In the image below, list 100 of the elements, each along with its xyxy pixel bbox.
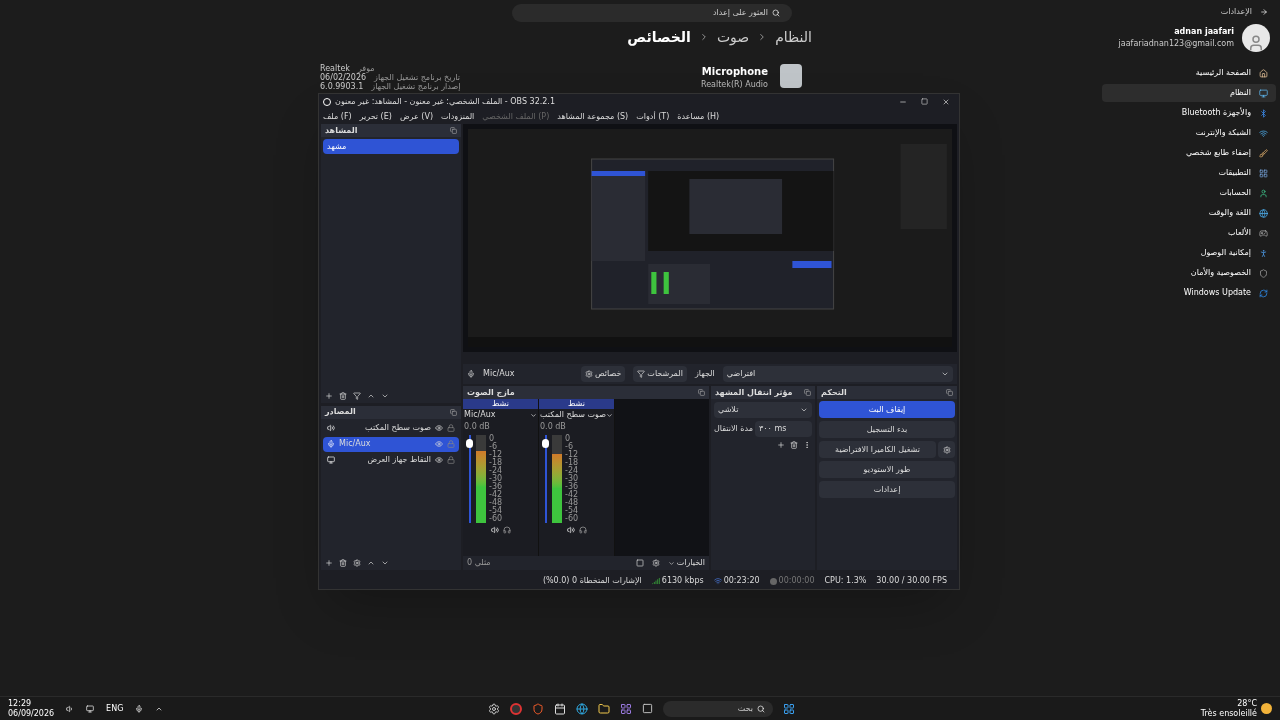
transition-select[interactable]: تلاشي	[714, 402, 812, 418]
duration-field[interactable]: ٣٠٠ ms	[754, 421, 812, 437]
nav-item[interactable]: إمكانية الوصول	[1102, 244, 1276, 262]
scale-label: -24	[489, 467, 503, 475]
visibility-icon[interactable]	[435, 424, 443, 433]
device-label: الجهاز	[694, 368, 715, 380]
delete-icon[interactable]	[790, 441, 798, 449]
control-button[interactable]: تشغيل الكاميرا الافتراضية	[819, 441, 936, 458]
control-button[interactable]: إعدادات	[819, 481, 955, 498]
shield-icon[interactable]	[532, 702, 544, 715]
settings-icon[interactable]	[651, 559, 660, 567]
filters-button[interactable]: المرشحات	[633, 366, 687, 382]
lock-icon[interactable]	[447, 424, 455, 433]
folder-icon[interactable]	[598, 702, 610, 715]
menu-item[interactable]: أدوات (T)	[636, 110, 670, 123]
calendar-icon[interactable]	[554, 702, 566, 715]
filter-icon[interactable]	[353, 391, 361, 400]
add-icon[interactable]	[777, 441, 785, 449]
taskbar-search[interactable]: بحث	[663, 700, 773, 717]
slider-thumb[interactable]	[466, 439, 473, 449]
undock-icon[interactable]	[804, 389, 811, 396]
more-icon[interactable]	[803, 441, 811, 449]
nav-item[interactable]: الألعاب	[1102, 224, 1276, 242]
menu-item[interactable]: ملف (F)	[323, 110, 352, 123]
layout-icon[interactable]	[635, 559, 644, 567]
menu-item[interactable]: مساعدة (H)	[677, 110, 720, 123]
close-icon[interactable]	[942, 97, 950, 106]
settings-button[interactable]	[938, 441, 955, 458]
lock-icon[interactable]	[447, 456, 455, 465]
control-button[interactable]: طور الاستوديو	[819, 461, 955, 478]
detail-label: موفر	[357, 64, 375, 73]
speaker-icon[interactable]	[566, 526, 575, 534]
language-indicator[interactable]: ENG	[106, 702, 124, 715]
nav-item[interactable]: التطبيقات	[1102, 164, 1276, 182]
undock-icon[interactable]	[450, 127, 457, 134]
microphone-icon	[327, 440, 335, 449]
undock-icon[interactable]	[698, 389, 705, 396]
nav-item[interactable]: الخصوصية والأمان	[1102, 264, 1276, 282]
source-item[interactable]: صوت سطح المكتب	[323, 420, 459, 436]
nav-item[interactable]: إضفاء طابع شخصي	[1102, 144, 1276, 162]
nav-item[interactable]: الحسابات	[1102, 184, 1276, 202]
browser-icon[interactable]	[576, 702, 588, 715]
start-icon[interactable]	[783, 702, 795, 715]
caret-icon[interactable]	[530, 411, 537, 419]
grid-icon[interactable]	[620, 702, 632, 715]
settings-icon[interactable]	[353, 559, 361, 567]
breadcrumb-item[interactable]: النظام	[775, 26, 812, 48]
headphones-icon[interactable]	[578, 526, 587, 534]
undock-icon[interactable]	[450, 408, 457, 416]
add-icon[interactable]	[325, 559, 333, 567]
nav-item[interactable]: Windows Update	[1102, 284, 1276, 302]
window-icon[interactable]	[642, 703, 653, 714]
nav-item[interactable]: اللغة والوقت	[1102, 204, 1276, 222]
monitor-icon[interactable]	[86, 704, 95, 713]
source-item[interactable]: التقاط جهاز العرض	[323, 452, 459, 468]
visibility-icon[interactable]	[435, 440, 443, 449]
settings-icon[interactable]	[488, 702, 500, 715]
nav-item[interactable]: النظام	[1102, 84, 1276, 102]
nav-item[interactable]: Bluetooth والأجهزة	[1102, 104, 1276, 122]
control-button[interactable]: إيقاف البث	[819, 401, 955, 418]
add-icon[interactable]	[325, 391, 333, 400]
scale-label: -30	[489, 475, 503, 483]
options-menu[interactable]: الخيارات	[667, 557, 705, 569]
maximize-icon[interactable]	[921, 98, 928, 105]
delete-icon[interactable]	[339, 559, 347, 567]
control-button[interactable]: بدء التسجيل	[819, 421, 955, 438]
device-name: Microphone	[701, 65, 768, 79]
search-field[interactable]: العثور على إعداد	[512, 4, 792, 22]
device-select[interactable]: افتراضي	[722, 366, 953, 382]
back-icon[interactable]	[1260, 8, 1268, 16]
scale-label: -36	[565, 483, 579, 491]
nav-item[interactable]: الصفحة الرئيسية	[1102, 64, 1276, 82]
source-item[interactable]: Mic/Aux	[323, 436, 459, 452]
speaker-icon[interactable]	[490, 526, 499, 534]
panel-title: التحكم	[821, 386, 847, 399]
microphone-icon[interactable]	[135, 704, 144, 713]
volume-icon[interactable]	[66, 704, 75, 713]
slider-thumb[interactable]	[542, 439, 549, 449]
delete-icon[interactable]	[339, 391, 347, 400]
nav-item[interactable]: الشبكة والإنترنت	[1102, 124, 1276, 142]
panel-title: مؤثر انتقال المشهد	[715, 386, 793, 399]
caret-icon[interactable]	[606, 411, 613, 419]
breadcrumb-item[interactable]: صوت	[716, 26, 750, 48]
menu-item[interactable]: تحرير (E)	[359, 110, 392, 123]
down-icon[interactable]	[381, 559, 389, 567]
headphones-icon[interactable]	[502, 526, 511, 534]
status-text: CPU: 1.3%	[824, 575, 867, 587]
menu-item[interactable]: عرض (V)	[399, 110, 434, 123]
scale-label: -60	[489, 515, 503, 523]
up-icon[interactable]	[367, 559, 375, 567]
visibility-icon[interactable]	[435, 456, 443, 465]
circle-app-icon[interactable]	[510, 702, 522, 715]
scene-item[interactable]: مشهد	[323, 139, 459, 154]
menu-item[interactable]: مجموعة المشاهد (S)	[557, 110, 629, 123]
channel-name: صوت سطح المكتب	[540, 409, 606, 421]
menu-item[interactable]: المنزودات	[441, 110, 475, 123]
properties-button[interactable]: خصائص	[581, 366, 626, 382]
undock-icon[interactable]	[946, 389, 953, 396]
gear-icon	[942, 445, 951, 454]
source-name: التقاط جهاز العرض	[366, 454, 431, 467]
